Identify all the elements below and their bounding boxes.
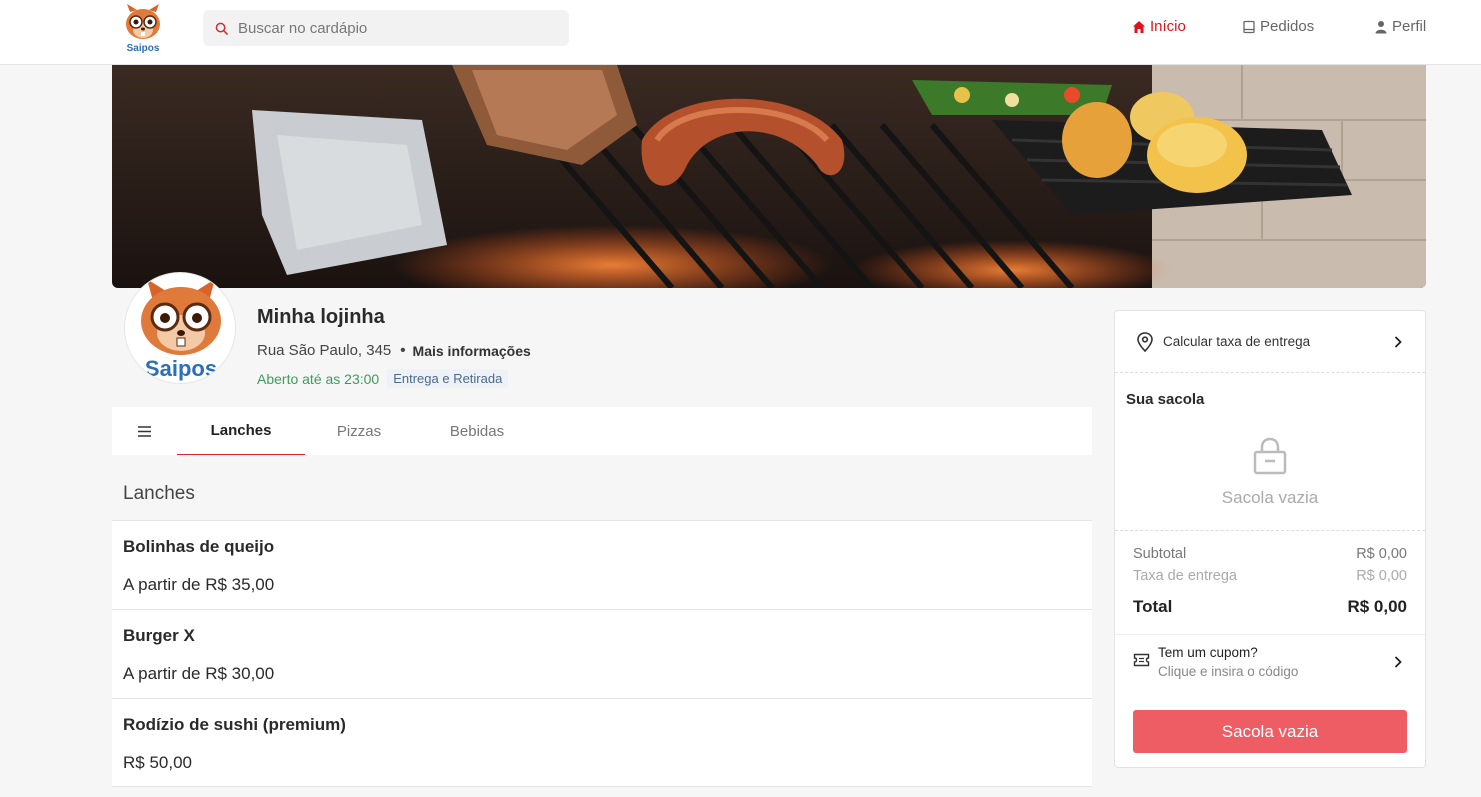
bag-title: Sua sacola — [1126, 391, 1205, 408]
menu-item[interactable]: Burger X A partir de R$ 30,00 — [112, 609, 1092, 698]
nav-profile[interactable]: Perfil — [1374, 18, 1426, 35]
tab-lanches[interactable]: Lanches — [177, 407, 305, 455]
delivery-fee-label: Calcular taxa de entrega — [1163, 334, 1311, 349]
store-address-line: Rua São Paulo, 345 • Mais informações — [257, 342, 531, 359]
user-icon — [1375, 20, 1387, 33]
category-tabs: Lanches Pizzas Bebidas — [112, 407, 1092, 455]
open-status: Aberto até as 23:00 — [257, 370, 380, 387]
total-label: Total — [1133, 597, 1173, 616]
item-price: A partir de R$ 30,00 — [123, 664, 275, 683]
delivery-fee-row: Taxa de entrega R$ 0,00 — [1133, 568, 1407, 584]
shopping-bag-panel: Calcular taxa de entrega Sua sacola Saco… — [1114, 310, 1426, 768]
empty-bag-text: Sacola vazia — [1221, 488, 1319, 507]
item-name: Rodízio de sushi (premium) — [123, 715, 346, 734]
coupon-button[interactable]: Tem um cupom? Clique e insira o código — [1115, 635, 1425, 691]
subtotal-row: Subtotal R$ 0,00 — [1133, 546, 1407, 562]
top-header: Saipos Início Pedidos Perfil — [0, 0, 1481, 65]
nav-home-label: Início — [1150, 18, 1186, 35]
total-value: R$ 0,00 — [1347, 597, 1407, 616]
search-input[interactable] — [238, 19, 538, 37]
menu-item[interactable]: Bolinhas de queijo A partir de R$ 35,00 — [112, 520, 1092, 609]
section-title: Lanches — [123, 483, 195, 504]
service-mode-badge: Entrega e Retirada — [387, 369, 509, 388]
store-address: Rua São Paulo, 345 — [257, 342, 392, 359]
separator-dot: • — [400, 342, 406, 359]
subtotal-label: Subtotal — [1133, 546, 1187, 562]
item-name: Burger X — [123, 626, 195, 645]
item-price: R$ 50,00 — [123, 753, 192, 772]
store-status-line: Aberto até as 23:00 Entrega e Retirada — [257, 369, 509, 388]
checkout-button[interactable]: Sacola vazia — [1133, 710, 1407, 753]
tab-bebidas[interactable]: Bebidas — [413, 407, 541, 455]
search-bar[interactable] — [203, 10, 569, 46]
calculate-delivery-fee-button[interactable]: Calcular taxa de entrega — [1115, 311, 1425, 373]
nav-orders[interactable]: Pedidos — [1242, 18, 1314, 35]
lock-bag-icon — [1253, 437, 1287, 475]
store-name: Minha lojinha — [257, 306, 385, 328]
more-info-link[interactable]: Mais informações — [413, 343, 531, 359]
coupon-title: Tem um cupom? — [1158, 645, 1258, 660]
home-icon — [1133, 20, 1145, 33]
delivery-fee-row-label: Taxa de entrega — [1133, 568, 1237, 584]
saipos-logo[interactable]: Saipos — [121, 4, 165, 54]
coupon-subtitle: Clique e insira o código — [1158, 664, 1299, 679]
location-pin-icon — [1137, 331, 1153, 352]
nav-profile-label: Perfil — [1392, 18, 1427, 35]
ticket-icon — [1133, 653, 1150, 667]
nav-home[interactable]: Início — [1132, 18, 1186, 35]
item-price: A partir de R$ 35,00 — [123, 575, 275, 594]
menu-item[interactable]: Rodízio de sushi (premium) R$ 50,00 — [112, 698, 1092, 787]
store-logo-text: Saipos — [145, 356, 217, 381]
nav-orders-label: Pedidos — [1260, 18, 1315, 35]
store-logo: Saipos — [124, 272, 236, 384]
totals-block: Subtotal R$ 0,00 Taxa de entrega R$ 0,00… — [1115, 530, 1425, 635]
delivery-fee-value: R$ 0,00 — [1356, 568, 1407, 584]
item-name: Bolinhas de queijo — [123, 537, 275, 556]
total-row: Total R$ 0,00 — [1133, 597, 1407, 617]
chevron-right-icon — [1394, 656, 1402, 668]
chevron-right-icon — [1394, 335, 1402, 348]
hamburger-icon — [138, 425, 151, 437]
subtotal-value: R$ 0,00 — [1356, 546, 1407, 562]
tab-pizzas[interactable]: Pizzas — [305, 407, 413, 455]
logo-text: Saipos — [127, 43, 160, 54]
store-banner-image — [112, 65, 1426, 288]
menu-items-list: Bolinhas de queijo A partir de R$ 35,00 … — [112, 520, 1092, 787]
category-menu-button[interactable] — [112, 407, 177, 455]
search-icon — [215, 22, 228, 35]
orders-icon — [1243, 20, 1255, 33]
